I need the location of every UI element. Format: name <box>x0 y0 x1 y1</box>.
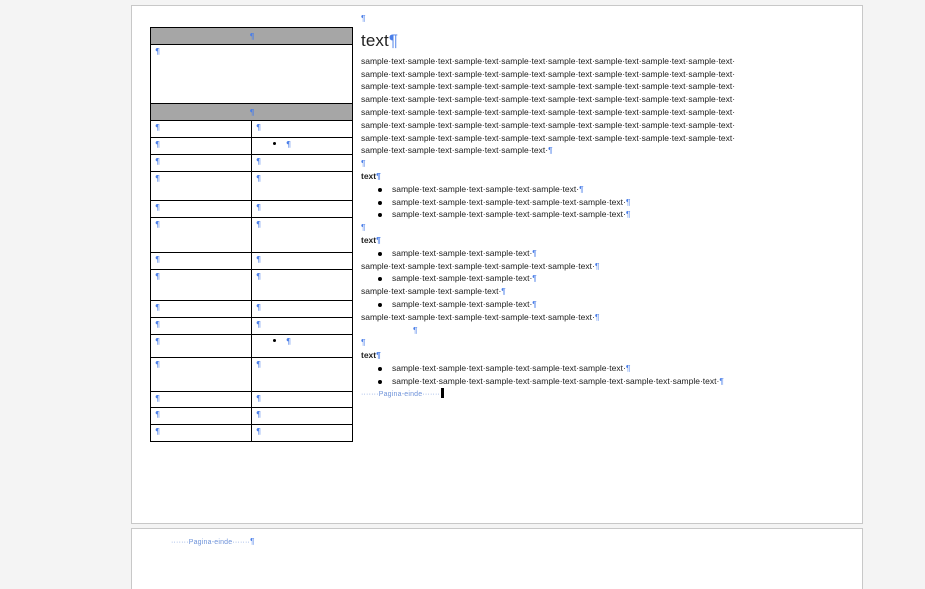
list-item: sample·text·sample·text·sample·text·samp… <box>378 208 791 221</box>
table-cell[interactable]: ¶ <box>251 357 353 392</box>
table-cell[interactable]: ¶ <box>150 391 252 408</box>
document-page-1: ¶ ¶ ¶ ¶ ¶ ¶ ¶ ¶ ¶ ¶ ¶ ¶ ¶ ¶ ¶ ¶ ¶ ¶ ¶ ¶ ¶ ¶ ¶ ¶ ¶ ¶… <box>131 5 863 524</box>
list-item: sample·text·sample·text·sample·text·samp… <box>378 362 791 375</box>
document-body[interactable]: ¶ text¶ sample·text·sample·text·sample·t… <box>361 12 791 400</box>
page-break-marker: ·······Pagina-einde······· <box>361 387 791 400</box>
table-cell[interactable]: ¶ <box>150 120 252 138</box>
table-cell[interactable]: ¶ <box>150 200 252 218</box>
body-line: sample·text·sample·text·sample·text·¶ <box>361 286 506 297</box>
bullet-list: sample·text·sample·text·sample·text·samp… <box>361 362 791 388</box>
table-cell[interactable]: ¶ <box>251 300 353 318</box>
section-heading: text¶ <box>361 350 381 361</box>
document-title: text¶ <box>361 30 399 50</box>
section-heading: text¶ <box>361 170 381 181</box>
table-header-row[interactable]: ¶ <box>150 27 353 45</box>
table-cell[interactable]: ¶ <box>150 424 252 442</box>
table-cell[interactable]: ¶ <box>150 317 252 335</box>
table-cell[interactable]: ¶ <box>251 200 353 218</box>
bullet-list: sample·text·sample·text·sample·text·¶ <box>361 247 791 260</box>
table-cell[interactable]: ¶ <box>150 357 252 392</box>
table-cell[interactable]: ¶ <box>150 217 252 253</box>
table-cell[interactable]: ¶ <box>251 217 353 253</box>
table-cell[interactable]: ¶ <box>251 137 353 155</box>
body-paragraph: sample·text·sample·text·sample·text·samp… <box>361 55 736 156</box>
table-header-row[interactable]: ¶ <box>150 103 353 121</box>
bullet-dot <box>273 142 276 146</box>
table-cell[interactable]: ¶ <box>150 269 252 301</box>
table-cell[interactable]: ¶ <box>251 171 353 201</box>
bullet-list: sample·text·sample·text·sample·text·¶ <box>361 298 791 311</box>
table-cell[interactable]: ¶ <box>251 424 353 442</box>
table-cell[interactable]: ¶ <box>150 137 252 155</box>
empty-paragraph: ¶ <box>361 158 366 169</box>
list-item: sample·text·sample·text·sample·text·¶ <box>378 272 791 285</box>
page-break-marker: ·······Pagina-einde·······¶ <box>171 537 255 546</box>
section-heading: text¶ <box>361 234 381 245</box>
table-cell[interactable]: ¶ <box>150 334 252 358</box>
document-page-2: ·······Pagina-einde·······¶ <box>131 528 863 589</box>
list-item: sample·text·sample·text·sample·text·samp… <box>378 375 791 388</box>
table-cell[interactable]: ¶ <box>251 120 353 138</box>
table-cell[interactable]: ¶ <box>150 252 252 270</box>
table-cell[interactable]: ¶ <box>251 407 353 425</box>
table-cell[interactable]: ¶ <box>150 154 252 172</box>
list-item: sample·text·sample·text·sample·text·samp… <box>378 196 791 209</box>
table-cell[interactable]: ¶ <box>251 334 353 358</box>
table-cell[interactable]: ¶ <box>251 269 353 301</box>
table-cell[interactable]: ¶ <box>150 171 252 201</box>
body-line: sample·text·sample·text·sample·text·samp… <box>361 260 600 271</box>
list-item: sample·text·sample·text·sample·text·¶ <box>378 298 791 311</box>
table-cell[interactable]: ¶ <box>150 407 252 425</box>
bullet-list: sample·text·sample·text·sample·text·¶ <box>361 272 791 285</box>
sidebar-table: ¶ ¶ ¶ ¶ ¶ ¶ ¶ ¶ ¶ ¶ ¶ ¶ ¶ ¶ ¶ ¶ ¶ ¶ ¶ ¶ ¶ ¶ ¶ ¶ ¶ ¶… <box>150 27 353 442</box>
body-line: sample·text·sample·text·sample·text·samp… <box>361 311 600 322</box>
table-cell[interactable]: ¶ <box>150 300 252 318</box>
table-cell[interactable]: ¶ <box>150 44 353 104</box>
empty-paragraph: ¶ <box>361 337 366 348</box>
table-cell[interactable]: ¶ <box>251 252 353 270</box>
empty-paragraph: ¶ <box>361 222 366 233</box>
text-cursor <box>441 387 445 398</box>
list-item: sample·text·sample·text·sample·text·samp… <box>378 183 791 196</box>
bullet-list: sample·text·sample·text·sample·text·samp… <box>361 183 791 221</box>
bullet-dot <box>273 339 276 343</box>
table-cell[interactable]: ¶ <box>251 317 353 335</box>
table-cell[interactable]: ¶ <box>251 391 353 408</box>
empty-paragraph: ¶ <box>361 13 366 23</box>
empty-paragraph: ¶ <box>413 324 418 335</box>
list-item: sample·text·sample·text·sample·text·¶ <box>378 247 791 260</box>
table-cell[interactable]: ¶ <box>251 154 353 172</box>
